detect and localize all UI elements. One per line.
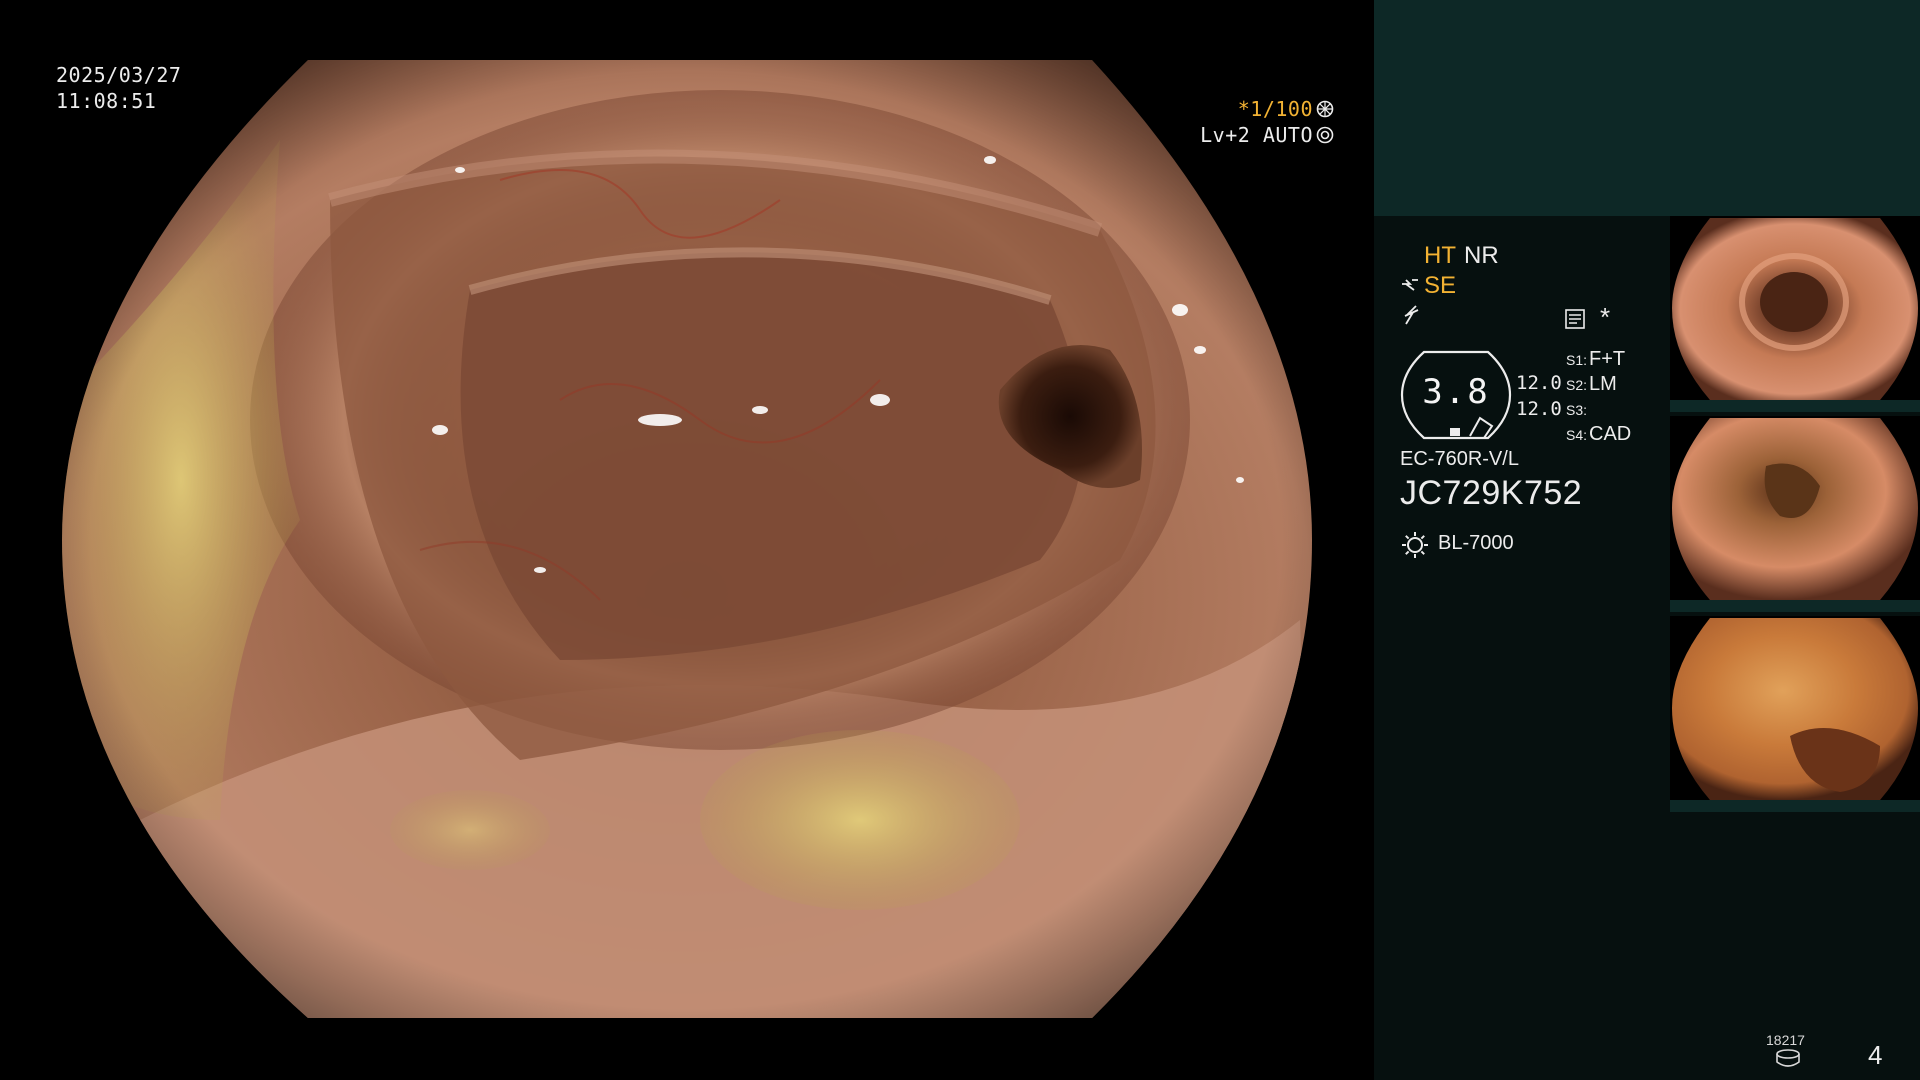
disk-icon: [1776, 1049, 1800, 1067]
scope-serial: JC729K752: [1400, 474, 1583, 512]
switch-s3: S3:: [1566, 402, 1588, 418]
shutter-ring-icon: [1316, 100, 1334, 118]
asterisk-mark: *: [1600, 302, 1611, 332]
auto-ring-icon: [1316, 126, 1334, 144]
switch-s4: S4: CAD: [1566, 423, 1632, 445]
panel-header-area: [1374, 0, 1920, 216]
zoom-value: 3.8: [1422, 372, 1490, 412]
captured-thumbnail-2[interactable]: [1670, 416, 1920, 612]
captured-thumbnail-1[interactable]: [1670, 216, 1920, 412]
switch-s1: S1: F+T: [1566, 348, 1626, 370]
shutter-speed: *1/100: [1237, 97, 1313, 121]
endoscope-view: 2025/03/27 11:08:51 *1/100 Lv+2 AUTO: [0, 0, 1372, 1080]
se-indicator: SE: [1424, 272, 1457, 299]
memo-icon: [1565, 309, 1585, 329]
image-count: 18217: [1766, 1032, 1805, 1048]
freeze-icon: [1404, 305, 1419, 325]
captured-thumbnail-3[interactable]: [1670, 616, 1920, 812]
setting-value-b: 12.0: [1516, 398, 1562, 420]
light-source-model: BL-7000: [1438, 532, 1514, 554]
ht-indicator: HT: [1424, 242, 1456, 269]
status-column: HT NR SE * 3.8 12.0 12.0 S1: F+T S2: LM S3…: [1374, 216, 1670, 1080]
exposure-info: *1/100 Lv+2 AUTO: [1200, 96, 1334, 148]
brightness-level: Lv+2 AUTO: [1200, 123, 1313, 147]
setting-value-a: 12.0: [1516, 372, 1562, 394]
scope-model: EC-760R-V/L: [1400, 448, 1519, 470]
page-number: 4: [1868, 1040, 1883, 1070]
switch-s2: S2: LM: [1566, 373, 1617, 395]
colon-lumen-image: [62, 60, 1312, 1018]
info-panel: HT NR SE * 3.8 12.0 12.0 S1: F+T S2: LM S3…: [1374, 0, 1920, 1080]
nr-indicator: NR: [1464, 242, 1499, 269]
time-text: 11:08:51: [56, 89, 157, 113]
date-text: 2025/03/27: [56, 63, 182, 87]
timestamp: 2025/03/27 11:08:51: [56, 62, 181, 114]
lamp-icon: [1402, 532, 1428, 558]
structure-enhance-icon: [1402, 279, 1418, 291]
